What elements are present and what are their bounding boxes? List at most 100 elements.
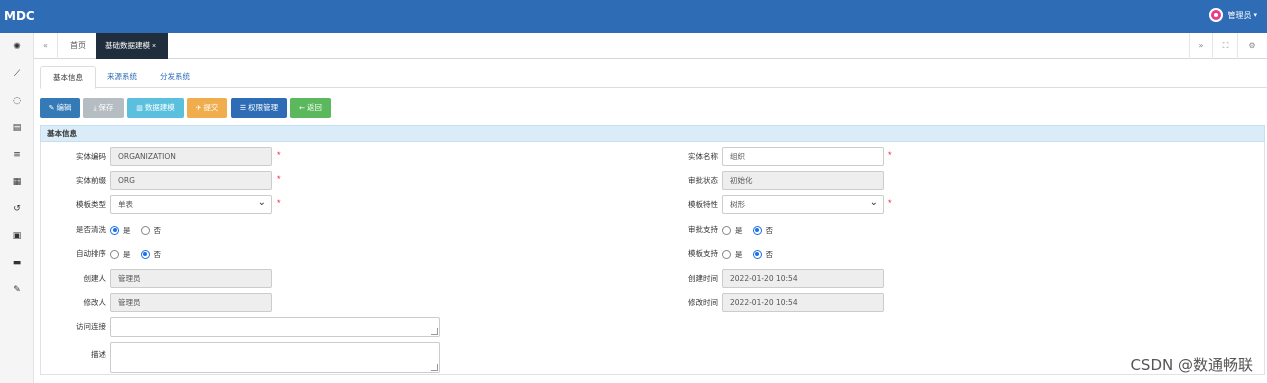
approval-status-field[interactable]: 初始化 — [722, 171, 884, 190]
approval-support-radio-group: 是 否 — [722, 221, 783, 239]
location-pin-icon — [1209, 8, 1224, 22]
wrench-icon[interactable]: ✎ — [0, 281, 34, 299]
template-support-no-radio[interactable] — [752, 249, 762, 259]
send-icon: ✈ — [195, 104, 202, 112]
template-feature-select[interactable]: 树形 — [722, 194, 884, 214]
archive-icon[interactable]: ▬ — [0, 254, 34, 272]
fullscreen-icon[interactable]: ⛶ — [1214, 33, 1238, 59]
approval-support-label: 审批支持 — [688, 225, 718, 234]
edit-button[interactable]: ✎ 编辑 — [40, 98, 80, 118]
template-support-yes-radio[interactable] — [722, 249, 731, 259]
watermark-text: CSDN @数通畅联 — [1130, 356, 1253, 374]
radio-yes-label: 是 — [123, 225, 131, 235]
radio-no-label: 否 — [153, 249, 162, 259]
tab-prev-button[interactable]: « — [34, 33, 58, 59]
modifier-label: 修改人 — [83, 298, 107, 307]
radio-no-label: 否 — [153, 225, 162, 235]
radio-yes-label: 是 — [123, 249, 131, 259]
template-support-label: 模板支持 — [688, 249, 718, 258]
radio-no-label: 否 — [765, 249, 774, 259]
need-clean-no-radio[interactable] — [140, 225, 150, 235]
required-mark: * — [888, 150, 892, 160]
tab-bar: « 首页 基础数据建模 × » ⛶ ⚙ — [34, 33, 1267, 59]
permission-button[interactable]: ☰ 权限管理 — [231, 98, 287, 118]
tab-home[interactable]: 首页 — [60, 33, 96, 59]
sub-tabs: 基本信息 来源系统 分发系统 — [40, 64, 1267, 89]
section-title: 基本信息 — [40, 125, 1265, 142]
need-clean-radio-group: 是 否 — [110, 221, 171, 239]
required-mark: * — [888, 198, 892, 208]
chart-icon[interactable]: ⟋ — [0, 65, 34, 83]
approval-status-label: 审批状态 — [688, 176, 718, 185]
bar-chart-icon: ▥ — [136, 104, 143, 112]
top-bar: MDC 管理员 ▾ — [0, 0, 1267, 33]
tab-next-button[interactable]: » — [1189, 33, 1213, 59]
user-menu[interactable]: 管理员 ▾ — [1209, 8, 1257, 22]
tab-data-modeling-label: 基础数据建模 — [105, 41, 150, 50]
save-button[interactable]: ⤓ 保存 — [83, 98, 124, 118]
film-icon[interactable]: ▣ — [0, 227, 34, 245]
required-mark: * — [277, 150, 281, 160]
edit-icon: ✎ — [48, 104, 55, 112]
close-icon[interactable]: × — [152, 43, 156, 50]
access-link-textarea[interactable] — [110, 317, 440, 337]
template-feature-label: 模板特性 — [688, 200, 718, 209]
create-time-label: 创建时间 — [688, 274, 718, 283]
caret-down-icon: ▾ — [1253, 12, 1257, 19]
create-time-field[interactable]: 2022-01-20 10:54 — [722, 269, 884, 288]
settings-icon[interactable]: ⚙ — [1240, 33, 1264, 59]
creator-field[interactable]: 管理员 — [110, 269, 272, 288]
history-icon[interactable]: ↺ — [0, 200, 34, 218]
entity-code-field[interactable]: ORGANIZATION — [110, 147, 272, 166]
required-mark: * — [277, 174, 281, 184]
back-label: 返回 — [306, 103, 322, 112]
need-clean-label: 是否清洗 — [76, 225, 106, 234]
save-label: 保存 — [98, 103, 114, 112]
permission-label: 权限管理 — [248, 103, 279, 112]
tab-basic-info[interactable]: 基本信息 — [40, 66, 96, 89]
template-type-select[interactable]: 单表 — [110, 194, 272, 214]
modify-time-field[interactable]: 2022-01-20 10:54 — [722, 293, 884, 312]
entity-prefix-label: 实体前缀 — [76, 176, 106, 185]
arrow-left-icon: ← — [299, 104, 305, 112]
list-icon[interactable]: ≡ — [0, 146, 34, 164]
list-icon: ☰ — [239, 104, 247, 112]
auto-sort-no-radio[interactable] — [140, 249, 150, 259]
creator-label: 创建人 — [83, 274, 107, 283]
data-model-button[interactable]: ▥ 数据建模 — [127, 98, 184, 118]
modifier-field[interactable]: 管理员 — [110, 293, 272, 312]
auto-sort-yes-radio[interactable] — [110, 249, 119, 259]
template-support-radio-group: 是 否 — [722, 245, 783, 263]
entity-code-label: 实体编码 — [76, 152, 106, 161]
app-logo: MDC — [4, 9, 35, 23]
tab-distribution-system[interactable]: 分发系统 — [148, 66, 202, 88]
back-button[interactable]: ← 返回 — [290, 98, 331, 118]
user-name: 管理员 — [1227, 10, 1252, 20]
radio-yes-label: 是 — [735, 225, 743, 235]
dashboard-icon[interactable]: ✺ — [0, 38, 34, 56]
approval-support-yes-radio[interactable] — [722, 225, 731, 235]
need-clean-yes-radio[interactable] — [110, 225, 119, 235]
description-textarea[interactable] — [110, 342, 440, 373]
download-icon: ⤓ — [93, 104, 97, 112]
tab-source-system[interactable]: 来源系统 — [95, 66, 149, 88]
template-type-label: 模板类型 — [76, 200, 106, 209]
modify-time-label: 修改时间 — [688, 298, 718, 307]
tab-data-modeling[interactable]: 基础数据建模 × — [96, 33, 168, 59]
radio-no-label: 否 — [765, 225, 774, 235]
radio-yes-label: 是 — [735, 249, 743, 259]
edit-label: 编辑 — [56, 103, 72, 112]
sidebar: ✺ ⟋ ◌ ▤ ≡ ▦ ↺ ▣ ▬ ✎ — [0, 33, 34, 383]
table-icon[interactable]: ▦ — [0, 173, 34, 191]
submit-label: 提交 — [203, 103, 219, 112]
access-link-label: 访问连接 — [76, 322, 106, 331]
database-icon[interactable]: ▤ — [0, 119, 34, 137]
submit-button[interactable]: ✈ 提交 — [187, 98, 227, 118]
entity-name-label: 实体名称 — [688, 152, 718, 161]
auto-sort-label: 自动排序 — [76, 249, 106, 258]
auto-sort-radio-group: 是 否 — [110, 245, 171, 263]
entity-name-field[interactable]: 组织 — [722, 147, 884, 166]
spinner-icon[interactable]: ◌ — [0, 92, 34, 110]
approval-support-no-radio[interactable] — [752, 225, 762, 235]
entity-prefix-field[interactable]: ORG — [110, 171, 272, 190]
